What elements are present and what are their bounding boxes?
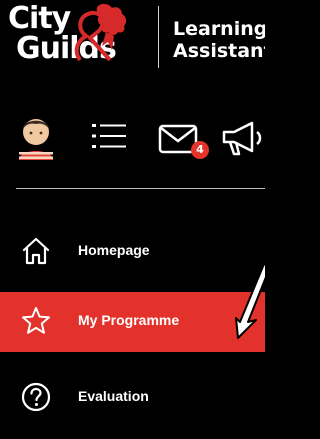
hamburger-menu-icon[interactable] bbox=[92, 122, 126, 150]
nav-label-my-programme: My Programme bbox=[78, 312, 180, 328]
toolbar: 4 bbox=[0, 112, 265, 164]
logo-assistant-text: Assistant bbox=[173, 40, 265, 62]
mouse-pointer-icon bbox=[235, 263, 265, 339]
sidebar: City Guilds Learning Assistant 4 Homepag… bbox=[0, 0, 265, 439]
brand-logo[interactable]: City Guilds Learning Assistant bbox=[0, 0, 265, 80]
logo-learning-text: Learning bbox=[173, 18, 265, 40]
megaphone-icon[interactable] bbox=[222, 120, 265, 156]
home-icon bbox=[22, 237, 50, 265]
question-circle-icon bbox=[21, 382, 51, 412]
nav-item-evaluation[interactable]: Evaluation bbox=[0, 368, 265, 428]
avatar-icon[interactable] bbox=[16, 112, 56, 160]
logo-divider bbox=[158, 6, 159, 68]
nav-item-my-programme[interactable]: My Programme bbox=[0, 292, 265, 352]
star-icon bbox=[22, 307, 50, 334]
nav-label-homepage: Homepage bbox=[78, 242, 150, 258]
ampersand-emblem-icon bbox=[74, 3, 127, 62]
mail-count-badge: 4 bbox=[191, 141, 209, 159]
nav-label-evaluation: Evaluation bbox=[78, 388, 149, 404]
separator-line bbox=[16, 188, 265, 189]
nav-item-homepage[interactable]: Homepage bbox=[0, 222, 265, 282]
